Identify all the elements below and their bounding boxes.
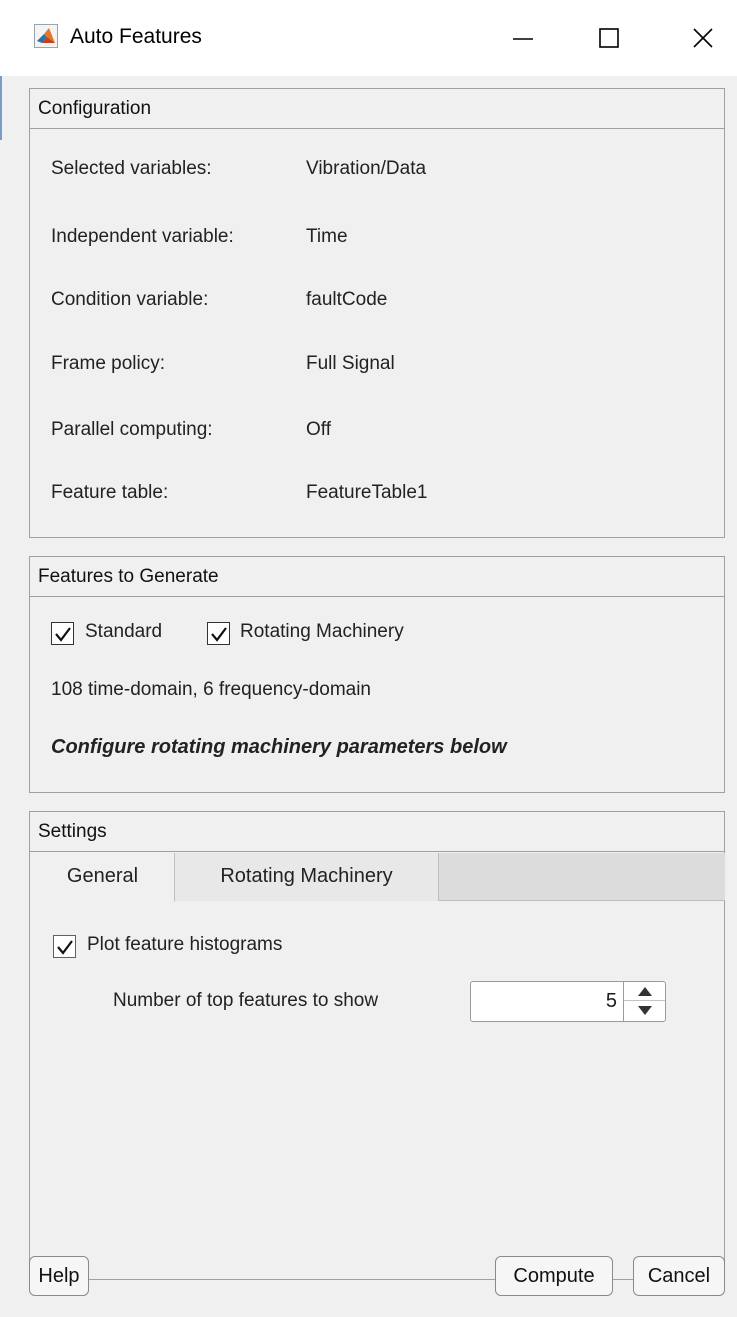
spinner-down-button[interactable]: [624, 1001, 665, 1020]
maximize-icon: [599, 28, 619, 48]
tab-rotating-machinery[interactable]: Rotating Machinery: [175, 853, 439, 901]
cancel-button[interactable]: Cancel: [633, 1256, 725, 1296]
feature-count-summary: 108 time-domain, 6 frequency-domain: [51, 679, 372, 700]
features-panel: Features to Generate Standard Rotating M…: [29, 556, 725, 793]
title-bar[interactable]: Auto Features: [0, 0, 737, 76]
window-title: Auto Features: [70, 25, 202, 48]
frame-policy-label: Frame policy:: [51, 353, 166, 374]
plot-histograms-checkbox[interactable]: [53, 935, 76, 958]
standard-label[interactable]: Standard: [85, 621, 162, 643]
plot-histograms-label[interactable]: Plot feature histograms: [87, 934, 282, 956]
triangle-down-icon: [637, 1006, 652, 1015]
top-features-value[interactable]: 5: [606, 990, 617, 1013]
feature-table-label: Feature table:: [51, 482, 169, 503]
feature-table-value: FeatureTable1: [306, 482, 428, 503]
compute-button[interactable]: Compute: [495, 1256, 613, 1296]
top-features-label: Number of top features to show: [113, 990, 379, 1011]
checkmark-icon: [56, 939, 73, 955]
condition-variable-value: faultCode: [306, 289, 388, 310]
configuration-header: Configuration: [30, 89, 724, 129]
maximize-button[interactable]: [586, 18, 632, 58]
tab-general[interactable]: General: [31, 853, 175, 902]
independent-variable-label: Independent variable:: [51, 226, 234, 247]
parallel-computing-label: Parallel computing:: [51, 419, 213, 440]
features-header: Features to Generate: [30, 557, 724, 597]
checkmark-icon: [210, 626, 227, 642]
standard-checkbox[interactable]: [51, 622, 74, 645]
minimize-button[interactable]: [500, 18, 546, 58]
condition-variable-label: Condition variable:: [51, 289, 209, 310]
rotating-machinery-checkbox[interactable]: [207, 622, 230, 645]
frame-policy-value: Full Signal: [306, 353, 395, 374]
selected-variables-label: Selected variables:: [51, 158, 212, 179]
close-icon: [693, 28, 713, 48]
configure-hint: Configure rotating machinery parameters …: [51, 736, 507, 758]
configuration-panel: Configuration Selected variables: Vibrat…: [29, 88, 725, 538]
settings-panel: Settings General Rotating Machinery Plot…: [29, 811, 725, 1280]
auto-features-dialog: Auto Features Configuration Selected var…: [0, 0, 737, 1317]
rotating-machinery-label[interactable]: Rotating Machinery: [240, 621, 404, 643]
settings-tabbar: General Rotating Machinery: [31, 853, 725, 902]
spinner-up-button[interactable]: [624, 982, 665, 1001]
help-button[interactable]: Help: [29, 1256, 89, 1296]
checkmark-icon: [54, 626, 71, 642]
triangle-up-icon: [637, 986, 652, 996]
spinner-buttons: [623, 982, 665, 1021]
parallel-computing-value: Off: [306, 419, 331, 440]
selected-variables-value: Vibration/Data: [306, 158, 427, 179]
matlab-icon: [34, 24, 58, 48]
independent-variable-value: Time: [306, 226, 348, 247]
top-features-spinner[interactable]: 5: [470, 981, 666, 1022]
close-button[interactable]: [680, 18, 726, 58]
settings-header: Settings: [30, 812, 724, 852]
minimize-icon: [513, 38, 533, 40]
